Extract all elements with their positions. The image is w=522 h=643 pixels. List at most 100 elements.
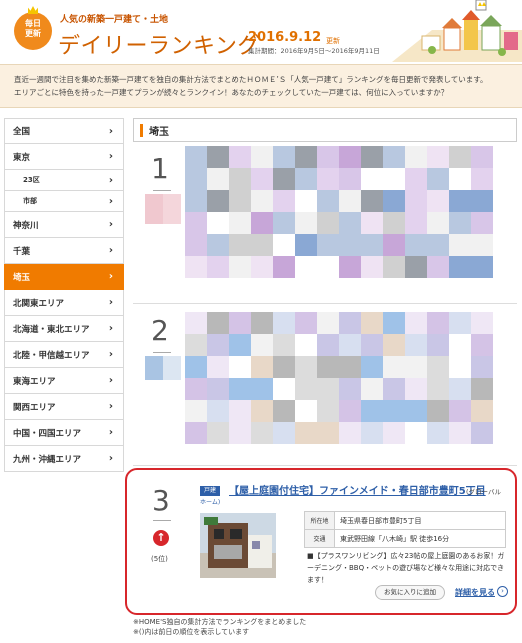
mosaic-tile — [185, 256, 207, 278]
area-sidebar: 全国 › 東京 › 23区 › 市部 › 神奈川 › 千葉 › 埼玉 › 北関東エリア › 北海道・東北エリア ›… — [4, 118, 124, 472]
mosaic-tile — [251, 312, 273, 334]
sidebar-item[interactable]: 関西エリア › — [4, 394, 124, 420]
property-title-link[interactable]: 【屋上庭園付住宅】ファインメイド・春日部市豊町5丁目 — [229, 482, 486, 497]
mosaic-tile — [273, 168, 295, 190]
sidebar-item[interactable]: 埼玉 › — [4, 264, 124, 290]
sidebar-item-label: 北海道・東北エリア — [13, 324, 90, 335]
mosaic-tile — [185, 400, 207, 422]
mosaic-tile — [471, 356, 493, 378]
city-illustration — [392, 0, 522, 62]
intro-line1: 直近一週間で注目を集めた新築一戸建てを独自の集計方法でまとめたＨＯＭＥ’Ｓ「人気… — [14, 75, 488, 84]
mosaic-tile — [471, 234, 493, 256]
mosaic-rank1 — [185, 146, 493, 278]
mosaic-tile — [383, 190, 405, 212]
sidebar-item[interactable]: 東海エリア › — [4, 368, 124, 394]
mosaic-tile — [185, 422, 207, 444]
footnote-2: ※()内は前日の順位を表示しています — [133, 628, 250, 636]
mosaic-tile — [185, 356, 207, 378]
mosaic-tile — [383, 312, 405, 334]
mosaic-rank-thumb — [145, 194, 181, 224]
chevron-right-icon[interactable]: › — [497, 586, 508, 597]
sidebar-item[interactable]: 神奈川 › — [4, 212, 124, 238]
add-favorite-button[interactable]: お気に入りに追加 — [375, 585, 445, 600]
sidebar-item-label: 市部 — [23, 197, 37, 205]
mosaic-tile — [471, 256, 493, 278]
mosaic-tile — [449, 334, 471, 356]
page-header: 毎日 更新 人気の新築一戸建て・土地 デイリーランキング 2016.9.12 更… — [0, 0, 522, 64]
mosaic-tile — [207, 168, 229, 190]
mosaic-tile — [471, 422, 493, 444]
mosaic-tile — [449, 234, 471, 256]
mosaic-tile — [383, 400, 405, 422]
mosaic-tile — [185, 378, 207, 400]
mosaic-tile — [427, 378, 449, 400]
mosaic-tile — [427, 146, 449, 168]
sidebar-item[interactable]: 23区 › — [4, 170, 124, 191]
sidebar-item[interactable]: 北海道・東北エリア › — [4, 316, 124, 342]
sidebar-item-label: 埼玉 — [13, 272, 31, 283]
sidebar-item[interactable]: 千葉 › — [4, 238, 124, 264]
property-info-table: 所在地 埼玉県春日部市豊町5丁目 交通 東武野田線「八木崎」駅 徒歩16分 — [304, 511, 506, 548]
mosaic-tile — [229, 400, 251, 422]
chevron-right-icon: › — [108, 174, 113, 186]
mosaic-tile — [449, 312, 471, 334]
section-header: 埼玉 — [133, 118, 517, 142]
mosaic-tile — [185, 334, 207, 356]
mosaic-tile — [471, 168, 493, 190]
sidebar-item[interactable]: 北陸・甲信越エリア › — [4, 342, 124, 368]
mosaic-tile — [361, 146, 383, 168]
mosaic-tile — [295, 212, 317, 234]
mosaic-tile — [405, 356, 427, 378]
chevron-right-icon: › — [108, 125, 113, 137]
sidebar-item[interactable]: 全国 › — [4, 118, 124, 144]
mosaic-tile — [405, 422, 427, 444]
mosaic-tile — [427, 400, 449, 422]
view-detail-link[interactable]: 詳細を見る — [455, 587, 495, 598]
section-title: 埼玉 — [149, 126, 169, 138]
mosaic-tile — [339, 168, 361, 190]
mosaic-tile — [383, 212, 405, 234]
mosaic-tile — [427, 168, 449, 190]
ranking-item-1[interactable]: 1 — [133, 144, 517, 304]
sidebar-item[interactable]: 九州・沖縄エリア › — [4, 446, 124, 472]
mosaic-tile — [339, 356, 361, 378]
mosaic-tile — [361, 168, 383, 190]
mosaic-tile — [339, 234, 361, 256]
mosaic-tile — [273, 212, 295, 234]
ranking-card-3[interactable]: 3 ↑ (5位) 戸建 ホーム) 【屋上庭園付住宅】ファインメイド・春日部市豊町… — [125, 468, 517, 615]
rank-number: 2 — [151, 314, 169, 347]
mosaic-tile — [339, 146, 361, 168]
mosaic-tile — [295, 356, 317, 378]
mosaic-tile — [339, 400, 361, 422]
mosaic-tile — [427, 422, 449, 444]
mosaic-tile — [405, 400, 427, 422]
ranking-item-2[interactable]: 2 — [133, 306, 517, 466]
mosaic-tile — [251, 400, 273, 422]
mosaic-tile — [471, 400, 493, 422]
mosaic-tile — [339, 190, 361, 212]
mosaic-tile — [405, 146, 427, 168]
mosaic-tile — [251, 234, 273, 256]
mosaic-tile — [273, 256, 295, 278]
badge-line2: 更新 — [25, 29, 41, 38]
sidebar-item[interactable]: 北関東エリア › — [4, 290, 124, 316]
mosaic-tile — [273, 378, 295, 400]
mosaic-tile — [251, 212, 273, 234]
mosaic-tile — [383, 234, 405, 256]
mosaic-tile — [273, 356, 295, 378]
mosaic-tile — [207, 190, 229, 212]
sidebar-item[interactable]: 東京 › — [4, 144, 124, 170]
chevron-right-icon: › — [108, 427, 113, 438]
sidebar-item-label: 東京 — [13, 152, 31, 163]
property-photo[interactable] — [200, 513, 276, 578]
chevron-right-icon: › — [108, 453, 113, 464]
mosaic-tile — [273, 312, 295, 334]
sidebar-item[interactable]: 中国・四国エリア › — [4, 420, 124, 446]
sidebar-item[interactable]: 市部 › — [4, 191, 124, 212]
mosaic-tile — [185, 190, 207, 212]
mosaic-tile — [229, 256, 251, 278]
mosaic-tile — [185, 212, 207, 234]
mosaic-tile — [317, 256, 339, 278]
crown-icon — [28, 6, 38, 14]
mosaic-tile — [229, 356, 251, 378]
